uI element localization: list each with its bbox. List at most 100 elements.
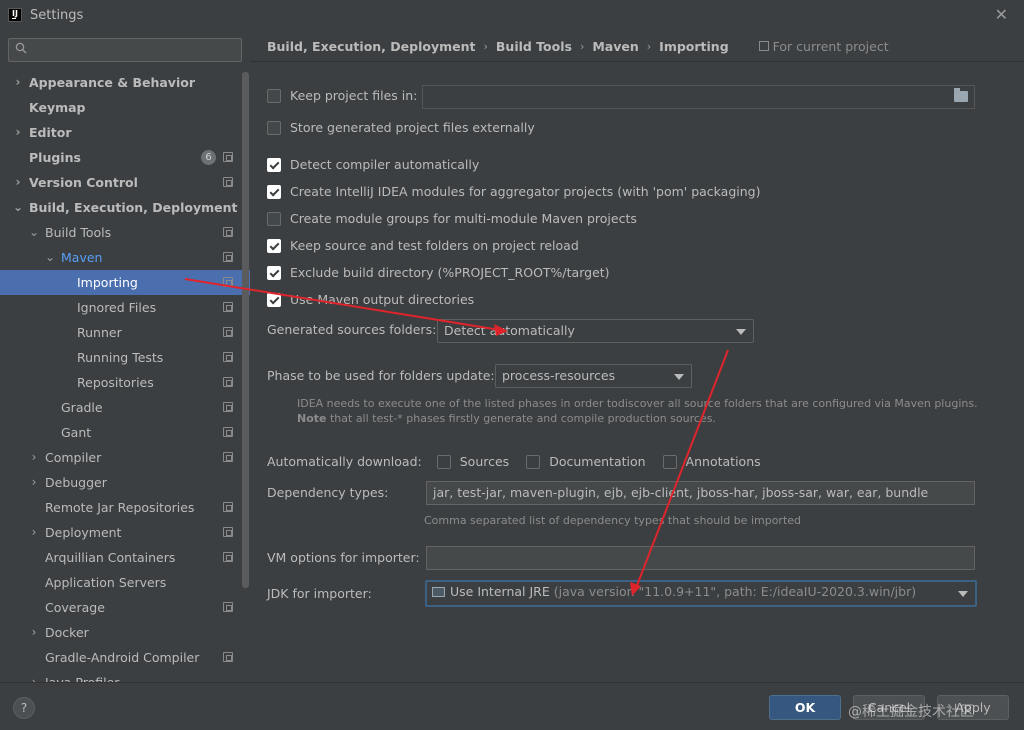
sidebar-scrollbar[interactable] bbox=[242, 72, 249, 588]
sidebar-item[interactable]: Coverage bbox=[0, 595, 250, 620]
project-scope-icon bbox=[223, 227, 233, 237]
chevron-right-icon[interactable]: › bbox=[12, 70, 24, 95]
store-externally-row: Store generated project files externally bbox=[267, 120, 535, 135]
checkbox-label: Detect compiler automatically bbox=[290, 157, 480, 172]
sidebar-item[interactable]: › Debugger bbox=[0, 470, 250, 495]
aggregator-modules-checkbox[interactable] bbox=[267, 184, 281, 199]
breadcrumb-item: Build, Execution, Deployment bbox=[267, 38, 476, 54]
sidebar-item[interactable]: ⌄ Maven bbox=[0, 245, 250, 270]
sidebar-item[interactable]: Gradle-Android Compiler bbox=[0, 645, 250, 670]
phase-dropdown[interactable]: process-resources bbox=[495, 364, 692, 388]
chevron-down-icon[interactable]: ⌄ bbox=[12, 195, 24, 220]
sidebar-item[interactable]: Importing bbox=[0, 270, 250, 295]
chevron-right-icon[interactable]: › bbox=[12, 120, 24, 145]
checkbox-label: Exclude build directory (%PROJECT_ROOT%/… bbox=[290, 265, 610, 280]
scope-label: For current project bbox=[758, 39, 889, 54]
project-files-path-field[interactable] bbox=[422, 85, 975, 109]
sidebar-item[interactable]: ⌄ Build Tools bbox=[0, 220, 250, 245]
updates-badge: 6 bbox=[201, 150, 216, 165]
sidebar-item[interactable]: Plugins 6 bbox=[0, 145, 250, 170]
sidebar-item[interactable]: Arquillian Containers bbox=[0, 545, 250, 570]
sources-checkbox[interactable] bbox=[436, 454, 451, 469]
project-scope-icon bbox=[223, 652, 233, 662]
documentation-checkbox[interactable] bbox=[526, 454, 541, 469]
keep-project-files-checkbox[interactable] bbox=[267, 88, 281, 103]
chevron-down-icon[interactable]: ⌄ bbox=[28, 220, 40, 245]
watermark: @稀土掘金技术社区 bbox=[848, 704, 974, 720]
sidebar-item[interactable]: › Docker bbox=[0, 620, 250, 645]
keep-source-folders-checkbox[interactable] bbox=[267, 238, 281, 253]
chevron-right-icon[interactable]: › bbox=[28, 620, 40, 645]
ok-button[interactable]: OK bbox=[769, 695, 841, 720]
checkbox-row: Use Maven output directories bbox=[267, 292, 474, 307]
chevron-right-icon[interactable]: › bbox=[28, 520, 40, 545]
folder-icon[interactable] bbox=[954, 88, 968, 102]
sidebar-item-label: Gradle bbox=[61, 400, 103, 415]
annotations-checkbox[interactable] bbox=[662, 454, 677, 469]
module-groups-checkbox[interactable] bbox=[267, 211, 281, 226]
settings-search-input[interactable] bbox=[8, 38, 242, 62]
chevron-down-icon[interactable]: ⌄ bbox=[44, 245, 56, 270]
sidebar-item[interactable]: Repositories bbox=[0, 370, 250, 395]
sidebar-item-label: Coverage bbox=[45, 600, 105, 615]
sidebar-item[interactable]: Remote Jar Repositories bbox=[0, 495, 250, 520]
sidebar-item-label: Compiler bbox=[45, 450, 102, 465]
jdk-dropdown[interactable]: Use Internal JRE (java version "11.0.9+1… bbox=[425, 580, 977, 607]
breadcrumb: Build, Execution, Deployment › Build Too… bbox=[267, 38, 889, 54]
breadcrumb-separator: › bbox=[646, 39, 652, 53]
sidebar-item-label: Build, Execution, Deployment bbox=[29, 200, 238, 215]
project-scope-icon bbox=[223, 177, 233, 187]
project-scope-icon bbox=[223, 152, 233, 162]
sidebar-item[interactable]: Keymap bbox=[0, 95, 250, 120]
sources-label: Sources bbox=[459, 454, 510, 469]
sidebar-item[interactable]: Running Tests bbox=[0, 345, 250, 370]
sidebar-item[interactable]: Gant bbox=[0, 420, 250, 445]
detect-compiler-checkbox[interactable] bbox=[267, 157, 281, 172]
jdk-label: JDK for importer: bbox=[267, 586, 372, 601]
dependency-types-input[interactable]: jar, test-jar, maven-plugin, ejb, ejb-cl… bbox=[426, 481, 975, 505]
store-externally-checkbox[interactable] bbox=[267, 120, 281, 135]
annotations-label: Annotations bbox=[685, 454, 761, 469]
help-button[interactable]: ? bbox=[13, 697, 35, 719]
vm-options-row: VM options for importer: bbox=[267, 550, 420, 565]
intellij-icon: IJ bbox=[8, 8, 22, 22]
project-scope-icon bbox=[223, 527, 233, 537]
search-icon bbox=[15, 42, 27, 54]
store-externally-label: Store generated project files externally bbox=[290, 120, 535, 135]
sidebar-item[interactable]: Runner bbox=[0, 320, 250, 345]
chevron-right-icon[interactable]: › bbox=[28, 445, 40, 470]
sidebar-item-label: Debugger bbox=[45, 475, 107, 490]
sidebar-item[interactable]: ⌄ Build, Execution, Deployment bbox=[0, 195, 250, 220]
sidebar-item[interactable]: Gradle bbox=[0, 395, 250, 420]
documentation-label: Documentation bbox=[549, 454, 646, 469]
sidebar-item-label: Ignored Files bbox=[77, 300, 157, 315]
sidebar-item-label: Version Control bbox=[29, 175, 138, 190]
chevron-right-icon[interactable]: › bbox=[12, 170, 24, 195]
sidebar-item-label: Deployment bbox=[45, 525, 122, 540]
sidebar-item-label: Gant bbox=[61, 425, 92, 440]
checkbox-label: Use Maven output directories bbox=[290, 292, 475, 307]
exclude-build-dir-checkbox[interactable] bbox=[267, 265, 281, 280]
maven-output-dirs-checkbox[interactable] bbox=[267, 292, 281, 307]
settings-content: Build, Execution, Deployment › Build Too… bbox=[250, 30, 1024, 682]
sidebar-item[interactable]: Ignored Files bbox=[0, 295, 250, 320]
project-scope-icon bbox=[223, 277, 233, 287]
sidebar-item[interactable]: › Version Control bbox=[0, 170, 250, 195]
sidebar-item-label: Remote Jar Repositories bbox=[45, 500, 195, 515]
checkbox-label: Keep source and test folders on project … bbox=[290, 238, 579, 253]
close-icon[interactable]: ✕ bbox=[995, 5, 1008, 24]
sidebar-item[interactable]: › Compiler bbox=[0, 445, 250, 470]
project-scope-icon bbox=[223, 327, 233, 337]
sidebar-item[interactable]: › Editor bbox=[0, 120, 250, 145]
generated-sources-dropdown[interactable]: Detect automatically bbox=[437, 319, 754, 343]
sidebar-item[interactable]: › Java Profiler bbox=[0, 670, 250, 682]
vm-options-input[interactable] bbox=[426, 546, 975, 570]
sidebar-item[interactable]: Application Servers bbox=[0, 570, 250, 595]
chevron-right-icon[interactable]: › bbox=[28, 670, 40, 682]
sidebar-item[interactable]: › Deployment bbox=[0, 520, 250, 545]
sidebar-item-label: Build Tools bbox=[45, 225, 112, 240]
chevron-right-icon[interactable]: › bbox=[28, 470, 40, 495]
settings-tree: › Appearance & Behavior Keymap › Editor Plugi… bbox=[0, 70, 250, 682]
sidebar-item[interactable]: › Appearance & Behavior bbox=[0, 70, 250, 95]
chevron-down-icon bbox=[674, 374, 684, 380]
